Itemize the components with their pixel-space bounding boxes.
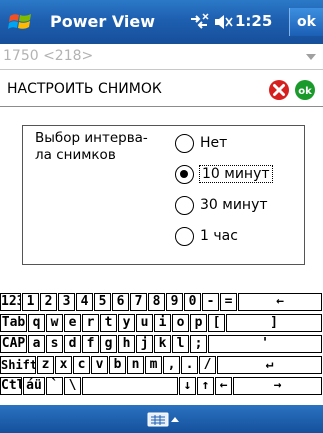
soft-keyboard: 1231234567890-=←Tabqwertyuiop[]CAPasdfgh… xyxy=(0,293,323,401)
key[interactable]: ` xyxy=(46,377,63,395)
key[interactable]: e xyxy=(64,314,81,332)
key[interactable]: ' xyxy=(208,335,322,353)
key[interactable]: x xyxy=(55,356,72,374)
clock[interactable]: 1:25 xyxy=(235,12,272,30)
key[interactable]: ↑ xyxy=(197,377,214,395)
radio-option-none[interactable]: Нет xyxy=(175,133,295,155)
radio-label: Нет xyxy=(200,135,228,151)
app-title: Power View xyxy=(50,12,156,31)
radio-option-1-hour[interactable]: 1 час xyxy=(175,226,295,248)
key[interactable]: ] xyxy=(226,314,322,332)
key[interactable]: 1 xyxy=(22,293,39,311)
key-space[interactable] xyxy=(82,377,178,395)
key[interactable]: p xyxy=(190,314,207,332)
radio-circle-selected[interactable] xyxy=(175,165,194,184)
key[interactable]: ; xyxy=(190,335,207,353)
connectivity-icon[interactable] xyxy=(189,13,209,31)
radio-label: 1 час xyxy=(200,228,238,244)
key[interactable]: c xyxy=(73,356,90,374)
key[interactable]: o xyxy=(172,314,189,332)
key[interactable]: ← xyxy=(215,377,232,395)
radio-circle[interactable] xyxy=(175,196,194,215)
key[interactable]: . xyxy=(181,356,198,374)
key[interactable]: Tab xyxy=(0,314,27,332)
key[interactable]: m xyxy=(145,356,162,374)
interval-label-line2: ла снимков xyxy=(35,147,116,163)
key[interactable]: t xyxy=(100,314,117,332)
key[interactable]: y xyxy=(118,314,135,332)
key[interactable]: / xyxy=(199,356,216,374)
key[interactable]: 6 xyxy=(112,293,129,311)
key[interactable]: ↓ xyxy=(179,377,196,395)
key[interactable]: b xyxy=(109,356,126,374)
chevron-down-icon[interactable] xyxy=(306,53,316,61)
key[interactable]: u xyxy=(136,314,153,332)
key[interactable]: f xyxy=(82,335,99,353)
radio-circle[interactable] xyxy=(175,134,194,153)
key[interactable]: Shift xyxy=(0,356,36,374)
key[interactable]: z xyxy=(37,356,54,374)
key[interactable]: i xyxy=(154,314,171,332)
key[interactable]: n xyxy=(127,356,144,374)
svg-text:ok: ok xyxy=(298,86,312,97)
key[interactable]: 9 xyxy=(166,293,183,311)
key[interactable]: l xyxy=(172,335,189,353)
ok-icon[interactable]: ok xyxy=(294,79,316,101)
title-bar: Power View 1:25 ok xyxy=(0,0,323,44)
key[interactable]: v xyxy=(91,356,108,374)
key[interactable]: áü xyxy=(23,377,45,395)
key[interactable]: w xyxy=(46,314,63,332)
interval-label-line1: Выбор интерва- xyxy=(35,130,148,146)
key[interactable]: 123 xyxy=(0,293,21,311)
key[interactable]: 4 xyxy=(76,293,93,311)
ok-title-button[interactable]: ok xyxy=(289,8,323,36)
key[interactable]: - xyxy=(202,293,219,311)
key[interactable]: [ xyxy=(208,314,225,332)
key[interactable]: g xyxy=(100,335,117,353)
key[interactable]: a xyxy=(28,335,45,353)
key[interactable]: 0 xyxy=(184,293,201,311)
key[interactable]: = xyxy=(220,293,237,311)
key[interactable]: 7 xyxy=(130,293,147,311)
key[interactable]: k xyxy=(154,335,171,353)
key[interactable]: d xyxy=(64,335,81,353)
radio-option-30-min[interactable]: 30 минут xyxy=(175,195,295,217)
radio-label: 10 минут xyxy=(199,165,273,183)
radio-label: 30 минут xyxy=(200,197,268,213)
key[interactable]: j xyxy=(136,335,153,353)
bottom-taskbar xyxy=(0,405,323,433)
volume-icon[interactable] xyxy=(213,12,233,32)
interval-label: Выбор интерва- ла снимков xyxy=(35,130,165,164)
radio-circle[interactable] xyxy=(175,227,194,246)
cancel-icon[interactable] xyxy=(268,79,290,101)
keyboard-toggle-icon[interactable] xyxy=(147,411,179,429)
key[interactable]: CAP xyxy=(0,335,27,353)
dropdown-value: 1750 <218> xyxy=(3,48,94,64)
key[interactable]: ← xyxy=(238,293,322,311)
key[interactable]: , xyxy=(163,356,180,374)
key[interactable]: 2 xyxy=(40,293,57,311)
key[interactable]: s xyxy=(46,335,63,353)
page-header: НАСТРОИТЬ СНИМОК ok xyxy=(0,71,323,107)
key[interactable]: 5 xyxy=(94,293,111,311)
page-title: НАСТРОИТЬ СНИМОК xyxy=(7,81,162,97)
key[interactable]: q xyxy=(28,314,45,332)
windows-logo-icon[interactable] xyxy=(7,8,35,36)
radio-option-10-min[interactable]: 10 минут xyxy=(175,164,295,186)
key[interactable]: → xyxy=(233,377,322,395)
key[interactable]: 8 xyxy=(148,293,165,311)
key[interactable]: ↵ xyxy=(217,356,322,374)
key[interactable]: \ xyxy=(64,377,81,395)
key[interactable]: r xyxy=(82,314,99,332)
key[interactable]: h xyxy=(118,335,135,353)
instrument-dropdown[interactable]: 1750 <218> xyxy=(0,44,323,70)
key[interactable]: Ctl xyxy=(0,377,22,395)
radio-dot xyxy=(180,170,188,178)
key[interactable]: 3 xyxy=(58,293,75,311)
